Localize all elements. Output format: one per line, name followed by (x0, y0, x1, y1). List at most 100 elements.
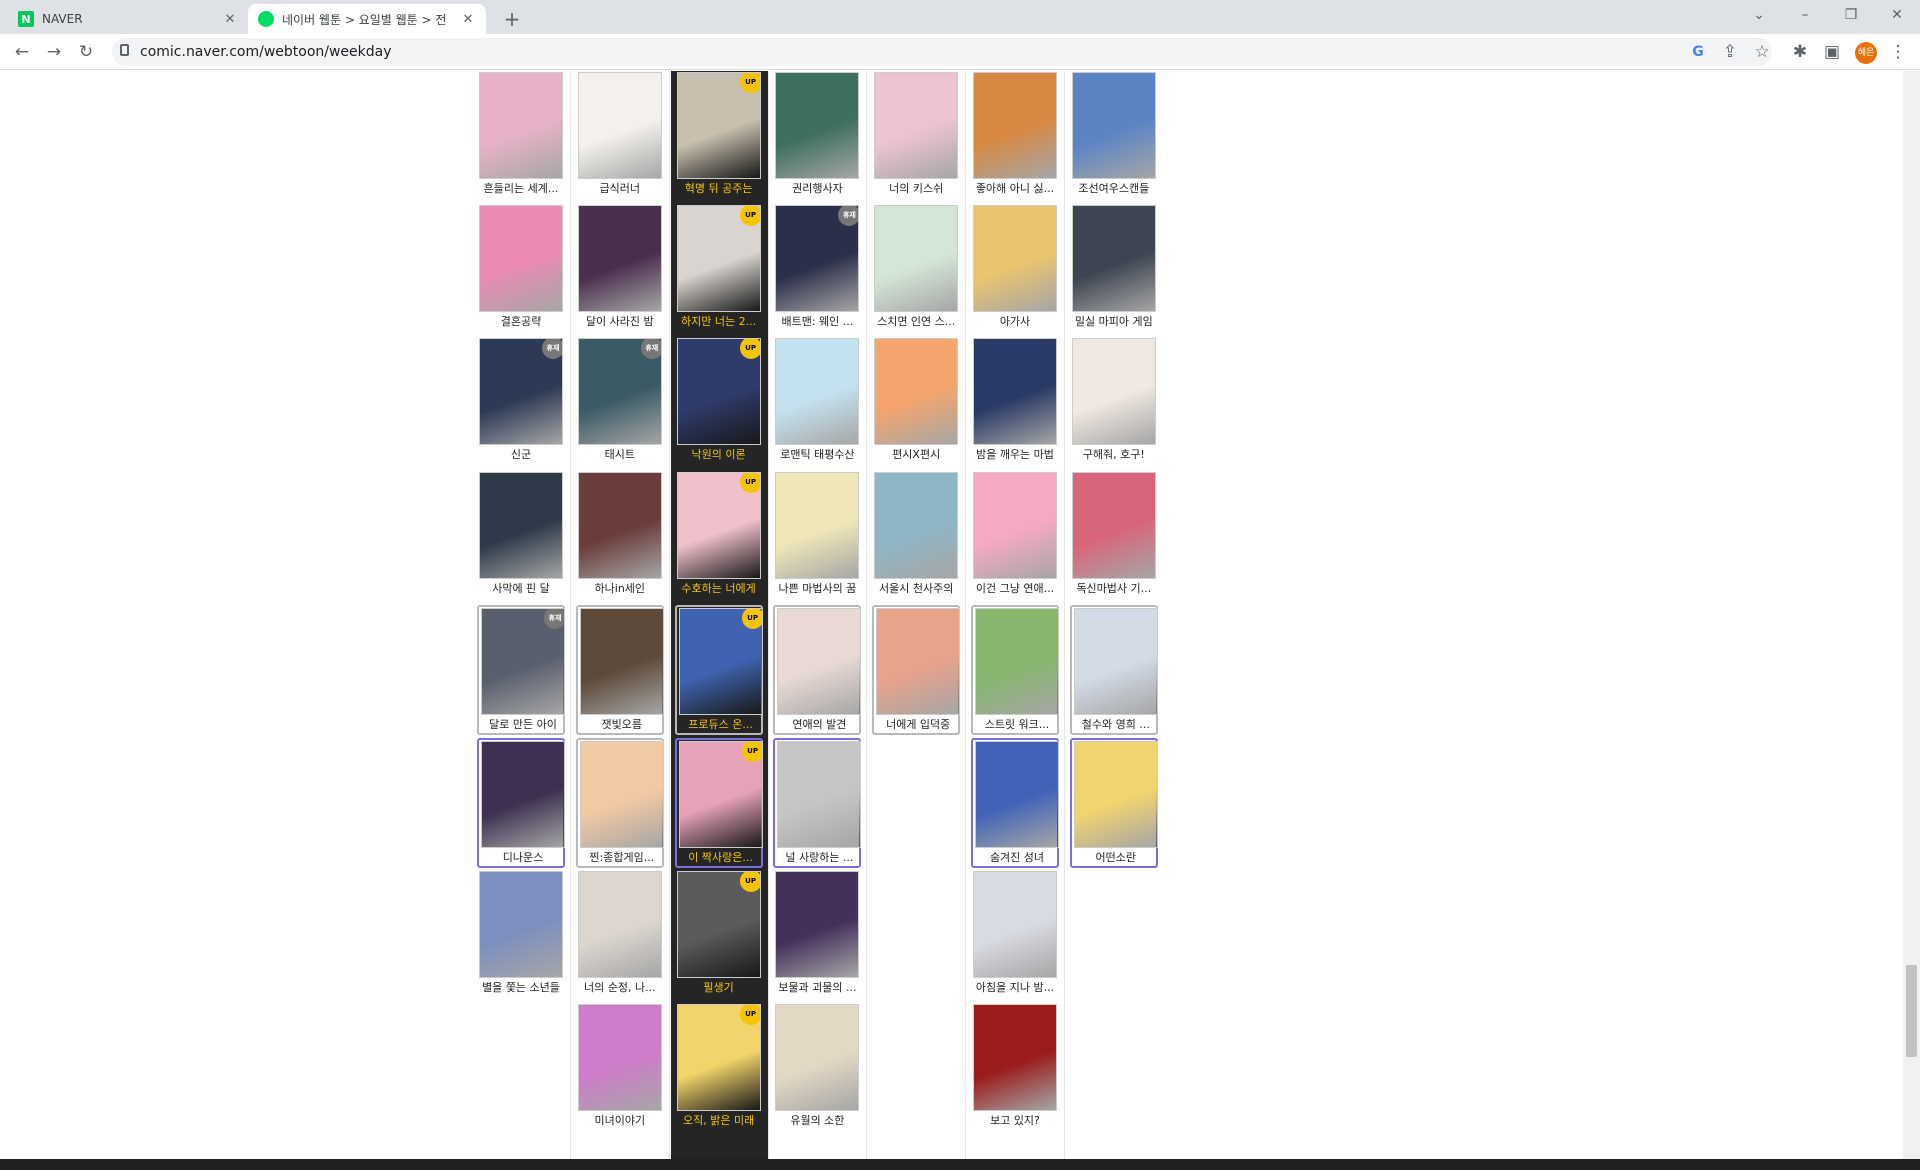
webtoon-thumbnail[interactable]: 휴재 (577, 338, 662, 446)
profile-avatar[interactable]: 혜은 (1855, 42, 1877, 64)
webtoon-thumbnail[interactable] (775, 471, 860, 579)
webtoon-title[interactable]: 결혼공략 (477, 315, 565, 329)
webtoon-thumbnail[interactable]: UP (676, 471, 761, 579)
webtoon-card[interactable]: 널 사랑하는 ... (773, 738, 863, 868)
webtoon-title[interactable]: 달로 만든 아이 (479, 718, 567, 732)
webtoon-thumbnail[interactable]: UP (676, 72, 761, 179)
webtoon-thumbnail[interactable]: 휴재 (479, 338, 563, 446)
webtoon-card[interactable]: 디나운스 (477, 738, 565, 868)
webtoon-thumbnail[interactable] (775, 871, 860, 979)
webtoon-title[interactable]: 구해줘, 호구! (1070, 448, 1158, 462)
webtoon-thumbnail[interactable] (973, 338, 1057, 446)
webtoon-thumbnail[interactable]: 휴재 (481, 607, 565, 715)
webtoon-title[interactable]: 보물과 괴물의 ... (773, 981, 861, 995)
webtoon-card[interactable]: 연애의 발견 (773, 604, 862, 735)
webtoon-thumbnail[interactable] (777, 741, 862, 848)
webtoon-card[interactable]: 이건 그냥 연애... (971, 471, 1059, 596)
tab-webtoon[interactable]: 네이버 웹툰 > 요일별 웹툰 > 전 ✕ (248, 4, 486, 34)
webtoon-title[interactable]: 독신마법사 기... (1070, 582, 1158, 596)
menu-kebab-icon[interactable]: ⋮ (1884, 38, 1912, 66)
webtoon-title[interactable]: 찐:종합게임... (578, 851, 666, 865)
webtoon-card[interactable]: UP 이 짝사랑은... (674, 738, 765, 868)
webtoon-card[interactable]: UP 프로듀스 온... (674, 604, 765, 735)
webtoon-title[interactable]: 스트릿 워크... (973, 718, 1061, 732)
webtoon-title[interactable]: 사막에 핀 달 (477, 582, 565, 596)
webtoon-thumbnail[interactable] (579, 607, 664, 715)
webtoon-thumbnail[interactable] (577, 1004, 662, 1112)
webtoon-title[interactable]: 급식러너 (576, 182, 664, 196)
webtoon-title[interactable]: 조선여우스캔들 (1070, 182, 1158, 196)
webtoon-title[interactable]: 좋아해 아니 싫... (971, 182, 1059, 196)
webtoon-card[interactable]: 서울시 천사주의 (872, 471, 960, 596)
webtoon-thumbnail[interactable] (577, 871, 662, 979)
webtoon-title[interactable]: 이 짝사랑은... (677, 851, 765, 865)
scrollbar-thumb[interactable] (1906, 965, 1917, 1057)
back-icon[interactable]: ← (8, 38, 36, 66)
webtoon-thumbnail[interactable] (975, 741, 1059, 848)
webtoon-card[interactable]: 휴재신군 (477, 338, 565, 462)
webtoon-thumbnail[interactable]: UP (676, 871, 761, 979)
webtoon-thumbnail[interactable] (874, 205, 959, 313)
webtoon-card[interactable]: 너의 순정, 나... (576, 871, 664, 995)
webtoon-card[interactable]: UP 낙원의 이론 (675, 338, 763, 462)
webtoon-thumbnail[interactable] (1073, 741, 1158, 848)
webtoon-title[interactable]: 나쁜 마법사의 꿈 (773, 582, 861, 596)
webtoon-thumbnail[interactable] (775, 338, 860, 446)
webtoon-card[interactable]: 달이 사라진 밤 (576, 205, 664, 329)
webtoon-thumbnail[interactable]: UP (676, 205, 761, 313)
webtoon-card[interactable]: UP 하지만 너는 2... (675, 205, 763, 329)
webtoon-thumbnail[interactable] (579, 741, 664, 848)
webtoon-thumbnail[interactable] (479, 871, 563, 979)
webtoon-title[interactable]: 프로듀스 온... (677, 718, 765, 732)
webtoon-card[interactable]: 잿빛오름 (575, 604, 666, 735)
webtoon-thumbnail[interactable] (973, 471, 1057, 579)
webtoon-thumbnail[interactable] (775, 72, 860, 179)
bookmark-star-icon[interactable]: ☆ (1748, 38, 1776, 66)
webtoon-title[interactable]: 잿빛오름 (578, 718, 666, 732)
webtoon-thumbnail[interactable] (973, 871, 1057, 979)
webtoon-thumbnail[interactable] (1071, 205, 1156, 313)
share-icon[interactable]: ⇪ (1716, 38, 1744, 66)
webtoon-title[interactable]: 이건 그냥 연애... (971, 582, 1059, 596)
webtoon-card[interactable]: 조선여우스캔들 (1070, 72, 1158, 196)
webtoon-card[interactable]: 아침을 지나 밤... (971, 871, 1059, 995)
restore-icon[interactable]: ❐ (1828, 0, 1874, 30)
webtoon-card[interactable]: 찐:종합게임... (575, 738, 666, 868)
webtoon-thumbnail[interactable] (973, 72, 1057, 179)
webtoon-title[interactable]: 미녀이야기 (576, 1114, 664, 1128)
webtoon-card[interactable]: UP 오직, 밝은 미래 (675, 1004, 763, 1128)
address-bar[interactable]: comic.naver.com/webtoon/weekday (112, 38, 1772, 66)
webtoon-title[interactable]: 별을 쫓는 소년들 (477, 981, 565, 995)
webtoon-card[interactable]: 유월의 소한 (773, 1004, 861, 1128)
webtoon-title[interactable]: 널 사랑하는 ... (775, 851, 863, 865)
webtoon-title[interactable]: 서울시 천사주의 (872, 582, 960, 596)
webtoon-card[interactable]: 숨겨진 성녀 (971, 738, 1059, 868)
webtoon-card[interactable]: UP 필생기 (675, 871, 763, 995)
webtoon-card[interactable]: 철수와 영희 ... (1069, 604, 1158, 735)
webtoon-title[interactable]: 밤을 깨우는 마법 (971, 448, 1059, 462)
webtoon-title[interactable]: 너의 순정, 나... (576, 981, 664, 995)
tab-naver[interactable]: N NAVER ✕ (8, 4, 248, 34)
webtoon-title[interactable]: 혁명 뒤 공주는 (675, 182, 763, 196)
webtoon-card[interactable]: 스치면 인연 스... (872, 205, 960, 329)
webtoon-title[interactable]: 낙원의 이론 (675, 448, 763, 462)
webtoon-title[interactable]: 하지만 너는 2... (675, 315, 763, 329)
webtoon-thumbnail[interactable]: UP (678, 741, 763, 848)
webtoon-thumbnail[interactable] (577, 205, 662, 313)
webtoon-title[interactable]: 밀실 마피아 게임 (1070, 315, 1158, 329)
webtoon-card[interactable]: 아가사 (971, 205, 1059, 329)
minimize-icon[interactable]: – (1782, 0, 1828, 30)
webtoon-title[interactable]: 너의 키스쉬 (872, 182, 960, 196)
forward-icon[interactable]: → (40, 38, 68, 66)
webtoon-thumbnail[interactable] (874, 72, 959, 179)
webtoon-title[interactable]: 디나운스 (479, 851, 567, 865)
webtoon-title[interactable]: 스치면 인연 스... (872, 315, 960, 329)
webtoon-thumbnail[interactable]: UP (676, 338, 761, 446)
webtoon-card[interactable]: 보고 있지? (971, 1004, 1059, 1128)
webtoon-title[interactable]: 신군 (477, 448, 565, 462)
webtoon-thumbnail[interactable] (1071, 338, 1156, 446)
webtoon-thumbnail[interactable] (775, 1004, 860, 1112)
webtoon-card[interactable]: UP 수호하는 너에게 (675, 471, 763, 596)
webtoon-thumbnail[interactable] (975, 607, 1059, 715)
lock-icon[interactable] (120, 44, 129, 56)
